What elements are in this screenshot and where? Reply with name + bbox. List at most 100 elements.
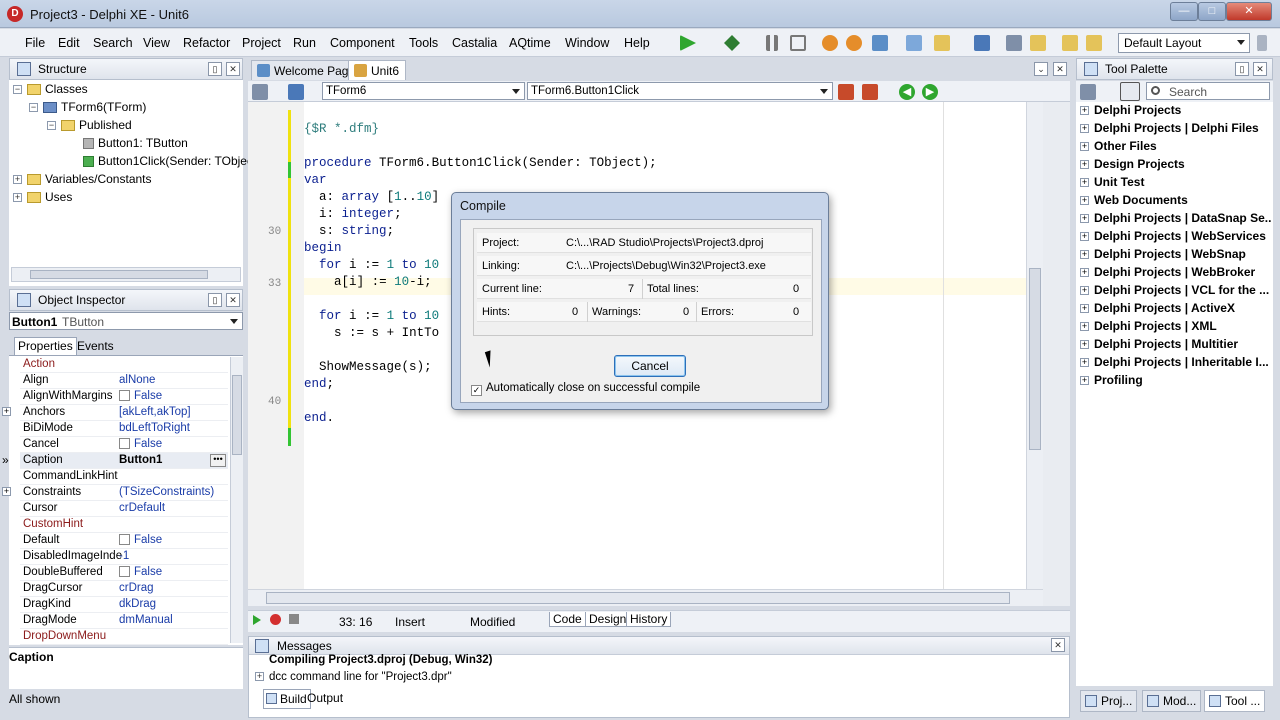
scroll-thumb[interactable] [30,270,208,279]
tree-item-variables[interactable]: + Variables/Constants [13,172,152,186]
class-select[interactable]: TForm6 [322,82,525,100]
property-value[interactable]: alNone [119,374,155,386]
method-select[interactable]: TForm6.Button1Click [527,82,833,100]
property-row[interactable]: DragKind dkDrag [20,597,228,613]
tree-item-tform6[interactable]: − TForm6(TForm) [29,100,146,114]
tab-welcome-page[interactable]: Welcome Page [251,60,363,80]
tree-item-button1[interactable]: Button1: TButton [83,136,188,150]
close-icon[interactable]: ✕ [1253,62,1267,76]
property-row[interactable]: Cancel False [20,437,228,453]
property-row[interactable]: DisabledImageInde -1 [20,549,228,565]
property-row[interactable]: DropDownMenu [20,629,228,645]
editor-vscrollbar[interactable] [1026,102,1043,589]
auto-close-checkbox[interactable]: ✓ Automatically close on successful compi… [471,382,700,396]
editor-hscrollbar[interactable] [248,589,1043,606]
back-icon[interactable]: ◀ [899,84,915,100]
pin-icon[interactable]: ▯ [208,62,222,76]
stop-macro-icon[interactable] [289,614,299,624]
run-without-debug-icon[interactable] [724,35,740,51]
property-row[interactable]: Align alNone [20,373,228,389]
open-icon[interactable] [1030,35,1046,51]
property-value[interactable]: crDrag [119,582,154,594]
checkbox-icon[interactable] [119,534,130,545]
expand-icon[interactable]: + [1080,376,1089,386]
cancel-button[interactable]: Cancel [614,355,686,377]
structure-hscrollbar[interactable] [11,267,241,282]
close-icon[interactable]: ✕ [1051,638,1065,652]
palette-category[interactable]: + Delphi Projects | DataSnap Se... [1078,211,1272,229]
close-icon[interactable]: ✕ [226,62,240,76]
expand-icon[interactable]: + [255,672,264,682]
close-icon[interactable]: ✕ [1053,62,1067,76]
layout-select[interactable]: Default Layout [1118,33,1250,53]
property-row[interactable]: DoubleBuffered False [20,565,228,581]
palette-category[interactable]: + Profiling [1078,373,1272,391]
save-all-icon[interactable] [974,35,990,51]
property-row[interactable]: Cursor crDefault [20,501,228,517]
pause-icon[interactable] [766,35,778,51]
menu-tools[interactable]: Tools [409,36,438,50]
property-row[interactable]: Caption Button1 » ••• [2,453,228,469]
pointer-icon[interactable] [1120,82,1140,101]
palette-category[interactable]: + Delphi Projects | ActiveX [1078,301,1272,319]
trace-to-line-icon[interactable] [872,35,888,51]
history-icon[interactable] [288,84,304,100]
expand-icon[interactable]: + [1080,178,1089,188]
palette-category[interactable]: + Delphi Projects | XML [1078,319,1272,337]
tab-build[interactable]: Build [263,689,311,709]
palette-category[interactable]: + Delphi Projects | Multitier [1078,337,1272,355]
property-row[interactable]: CustomHint [20,517,228,533]
collapse-icon[interactable]: − [29,103,38,113]
property-value[interactable]: False [119,438,162,450]
property-value[interactable]: bdLeftToRight [119,422,190,434]
menu-refactor[interactable]: Refactor [183,36,230,50]
tab-events[interactable]: Events [74,338,117,355]
forward-icon[interactable]: ▶ [922,84,938,100]
property-row[interactable]: BiDiMode bdLeftToRight [20,421,228,437]
play-macro-icon[interactable] [253,615,261,625]
palette-category[interactable]: + Delphi Projects [1078,103,1272,121]
expand-icon[interactable]: + [1080,142,1089,152]
property-value[interactable]: (TSizeConstraints) [119,486,214,498]
property-value[interactable]: dmManual [119,614,173,626]
property-row[interactable]: DragMode dmManual [20,613,228,629]
property-value[interactable]: crDefault [119,502,165,514]
expand-icon[interactable]: + [1080,268,1089,278]
tab-model-view[interactable]: Mod... [1142,690,1202,712]
palette-category[interactable]: + Delphi Projects | WebServices [1078,229,1272,247]
tab-project-manager[interactable]: Proj... [1080,690,1138,712]
tab-properties[interactable]: Properties [14,337,77,355]
collapse-icon[interactable]: − [47,121,56,131]
expand-icon[interactable]: + [1080,340,1089,350]
run-icon[interactable] [680,35,696,51]
code-browse-icon[interactable] [252,84,268,100]
minimize-button[interactable]: — [1170,2,1198,21]
expand-icon[interactable]: + [13,175,22,185]
inspector-vscrollbar[interactable] [230,357,243,643]
expand-icon[interactable]: + [13,193,22,203]
property-value[interactable]: dkDrag [119,598,156,610]
menu-run[interactable]: Run [293,36,316,50]
tab-history[interactable]: History [626,612,672,627]
expand-icon[interactable]: + [2,487,11,496]
close-icon[interactable]: ✕ [226,293,240,307]
categories-icon[interactable] [1080,84,1096,100]
menu-view[interactable]: View [143,36,170,50]
tab-output[interactable]: Output [307,691,343,705]
checkbox-icon[interactable] [119,390,130,401]
maximize-button[interactable]: □ [1198,2,1226,21]
menu-search[interactable]: Search [93,36,133,50]
menu-file[interactable]: File [25,36,45,50]
tree-item-button1click[interactable]: Button1Click(Sender: TObject [83,154,256,168]
palette-category[interactable]: + Delphi Projects | Delphi Files [1078,121,1272,139]
add-to-project-icon[interactable] [1062,35,1078,51]
expand-icon[interactable]: + [1080,358,1089,368]
tab-list-icon[interactable]: ⌄ [1034,62,1048,76]
trace-into-icon[interactable] [846,35,862,51]
close-button[interactable]: ✕ [1226,2,1272,21]
expand-icon[interactable]: + [1080,286,1089,296]
expand-icon[interactable]: + [1080,232,1089,242]
property-row[interactable]: Default False [20,533,228,549]
collapse-icon[interactable]: − [13,85,22,95]
expand-icon[interactable]: + [1080,124,1089,134]
